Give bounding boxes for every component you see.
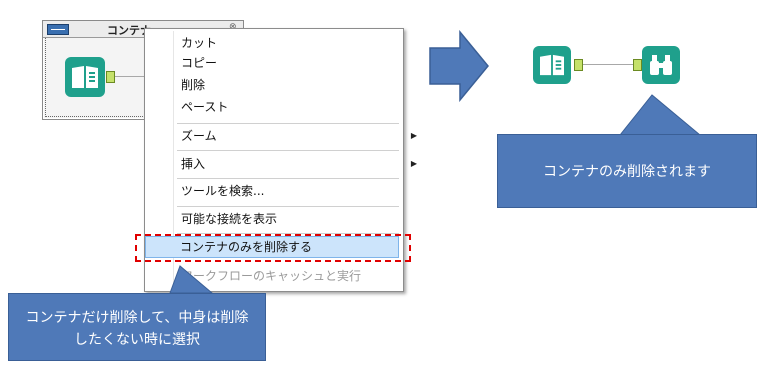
left-callout: コンテナだけ削除して、中身は削除したくない時に選択 (8, 293, 266, 361)
output-anchor[interactable] (574, 59, 583, 71)
connection-line (583, 64, 633, 65)
right-callout: コンテナのみ削除されます (497, 134, 757, 208)
binoculars-icon[interactable] (642, 46, 680, 84)
book-icon[interactable] (533, 46, 571, 84)
input-anchor[interactable] (633, 59, 642, 71)
right-arrow-icon (429, 30, 489, 102)
left-callout-text: コンテナだけ削除して、中身は削除したくない時に選択 (25, 310, 249, 348)
right-callout-text: コンテナのみ削除されます (543, 164, 711, 180)
